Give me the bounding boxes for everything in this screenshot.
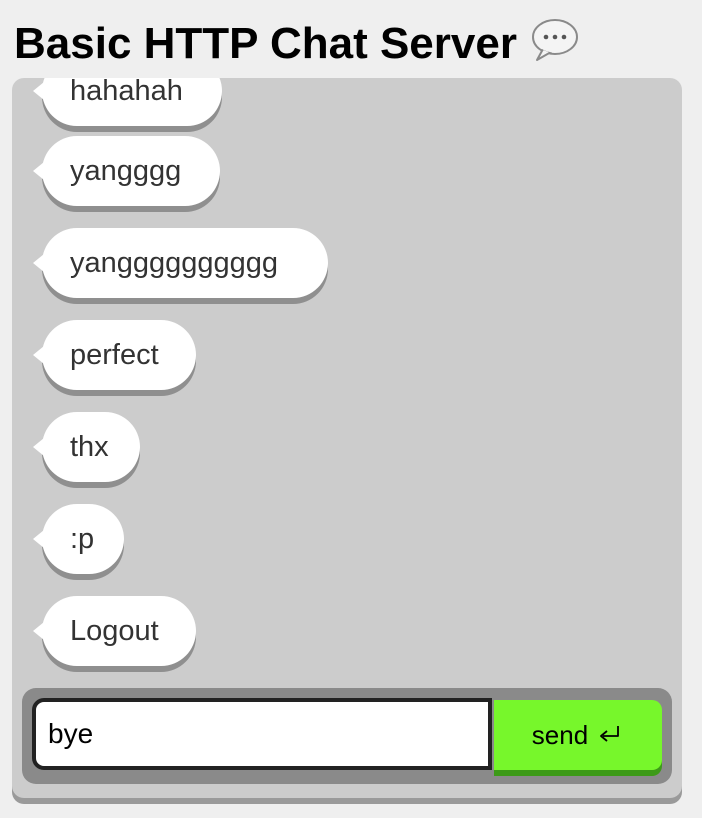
send-label: send	[531, 719, 589, 750]
message-input[interactable]	[32, 698, 492, 770]
message-bubble: yangggg	[33, 136, 220, 206]
send-button[interactable]: send	[494, 700, 662, 770]
message-bubble: hahahah	[33, 78, 222, 126]
message-text: hahahah	[70, 78, 183, 107]
chat-panel[interactable]: hahahah yangggg yangggggggggg perfect th…	[12, 78, 682, 798]
message-bubble: yangggggggggg	[33, 228, 328, 298]
message-text: yangggggggggg	[70, 246, 279, 279]
message-bubble: thx	[33, 412, 140, 482]
return-arrow-icon	[596, 721, 624, 749]
message-text: perfect	[70, 338, 159, 371]
page-title: Basic HTTP Chat Server	[14, 14, 579, 74]
speech-bubble-icon	[531, 18, 579, 62]
message-composer: send	[22, 688, 672, 784]
message-bubble: Logout	[33, 596, 196, 666]
message-bubble: perfect	[33, 320, 196, 390]
message-text: Logout	[70, 614, 159, 647]
message-bubble: :p	[33, 504, 124, 574]
message-list[interactable]: hahahah yangggg yangggggggggg perfect th…	[12, 78, 682, 688]
message-text: :p	[70, 522, 95, 555]
message-text: yangggg	[70, 154, 182, 187]
message-text: thx	[70, 430, 109, 463]
title-text: Basic HTTP Chat Server	[14, 19, 517, 68]
